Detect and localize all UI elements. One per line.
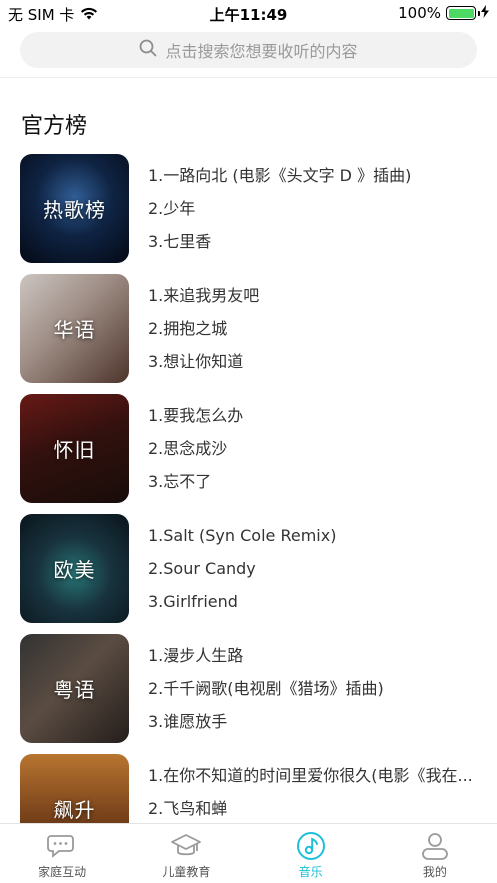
rank-item-classic[interactable]: 怀旧 1.要我怎么办 2.思念成沙 3.忘不了 (0, 394, 497, 514)
rank-list: 热歌榜 1.一路向北 (电影《头文字 D 》插曲) 2.少年 3.七里香 华语 … (0, 154, 497, 874)
charging-icon (481, 4, 489, 22)
tab-child-education[interactable]: 儿童教育 (124, 824, 248, 883)
search-icon (139, 39, 157, 61)
tab-label: 儿童教育 (162, 865, 211, 879)
track-item[interactable]: 3.忘不了 (148, 468, 485, 501)
track-item[interactable]: 2.Sour Candy (148, 555, 485, 588)
track-item[interactable]: 1.来追我男友吧 (148, 282, 485, 315)
rank-cover-label: 飙升 (53, 798, 96, 822)
rank-cover[interactable]: 粤语 (20, 634, 129, 743)
rank-cover[interactable]: 怀旧 (20, 394, 129, 503)
rank-item-hot[interactable]: 热歌榜 1.一路向北 (电影《头文字 D 》插曲) 2.少年 3.七里香 (0, 154, 497, 274)
rank-cover[interactable]: 热歌榜 (20, 154, 129, 263)
status-bar: 无 SIM 卡 上午11:49 100% (0, 0, 497, 26)
tab-family-interaction[interactable]: 家庭互动 (0, 824, 124, 883)
search-bar[interactable]: 点击搜索您想要收听的内容 (20, 32, 477, 68)
user-icon (420, 831, 450, 861)
tab-bar: 家庭互动 儿童教育 音乐 我的 (0, 823, 497, 883)
battery-percent: 100% (398, 4, 441, 22)
track-item[interactable]: 3.Girlfriend (148, 588, 485, 621)
section-title: 官方榜 (21, 114, 88, 139)
track-item[interactable]: 3.谁愿放手 (148, 708, 485, 741)
rank-cover[interactable]: 欧美 (20, 514, 129, 623)
track-item[interactable]: 3.七里香 (148, 228, 485, 261)
track-item[interactable]: 2.少年 (148, 195, 485, 228)
rank-cover-label: 怀旧 (53, 438, 96, 462)
track-list: 1.要我怎么办 2.思念成沙 3.忘不了 (148, 402, 485, 501)
rank-cover-label: 欧美 (53, 558, 96, 582)
track-item[interactable]: 1.Salt (Syn Cole Remix) (148, 522, 485, 555)
tab-label: 家庭互动 (38, 865, 87, 879)
tab-label: 我的 (422, 865, 447, 879)
track-item[interactable]: 2.思念成沙 (148, 435, 485, 468)
tab-music[interactable]: 音乐 (249, 824, 373, 883)
track-item[interactable]: 3.想让你知道 (148, 348, 485, 381)
track-item[interactable]: 1.漫步人生路 (148, 642, 485, 675)
track-list: 1.来追我男友吧 2.拥抱之城 3.想让你知道 (148, 282, 485, 381)
track-item[interactable]: 1.一路向北 (电影《头文字 D 》插曲) (148, 162, 485, 195)
track-item[interactable]: 1.在你不知道的时间里爱你很久(电影《我在... (148, 762, 485, 795)
track-item[interactable]: 2.拥抱之城 (148, 315, 485, 348)
track-item[interactable]: 1.要我怎么办 (148, 402, 485, 435)
music-note-icon (296, 831, 326, 861)
rank-item-western[interactable]: 欧美 1.Salt (Syn Cole Remix) 2.Sour Candy … (0, 514, 497, 634)
graduation-cap-icon (171, 831, 202, 861)
rank-cover[interactable]: 华语 (20, 274, 129, 383)
rank-cover-label: 热歌榜 (43, 198, 106, 222)
battery-icon (446, 6, 480, 20)
chat-bubble-icon (47, 831, 77, 861)
tab-mine[interactable]: 我的 (373, 824, 497, 883)
divider (0, 77, 497, 78)
track-list: 1.漫步人生路 2.千千阙歌(电视剧《猎场》插曲) 3.谁愿放手 (148, 642, 485, 741)
rank-cover-label: 粤语 (53, 678, 96, 702)
track-list: 1.Salt (Syn Cole Remix) 2.Sour Candy 3.G… (148, 522, 485, 621)
rank-cover-label: 华语 (53, 318, 96, 342)
search-placeholder: 点击搜索您想要收听的内容 (165, 42, 358, 61)
rank-item-chinese[interactable]: 华语 1.来追我男友吧 2.拥抱之城 3.想让你知道 (0, 274, 497, 394)
track-list: 1.一路向北 (电影《头文字 D 》插曲) 2.少年 3.七里香 (148, 162, 485, 261)
rank-item-cantonese[interactable]: 粤语 1.漫步人生路 2.千千阙歌(电视剧《猎场》插曲) 3.谁愿放手 (0, 634, 497, 754)
track-list: 1.在你不知道的时间里爱你很久(电影《我在... 2.飞鸟和蝉 (148, 762, 485, 828)
tab-label: 音乐 (298, 865, 323, 879)
track-item[interactable]: 2.千千阙歌(电视剧《猎场》插曲) (148, 675, 485, 708)
